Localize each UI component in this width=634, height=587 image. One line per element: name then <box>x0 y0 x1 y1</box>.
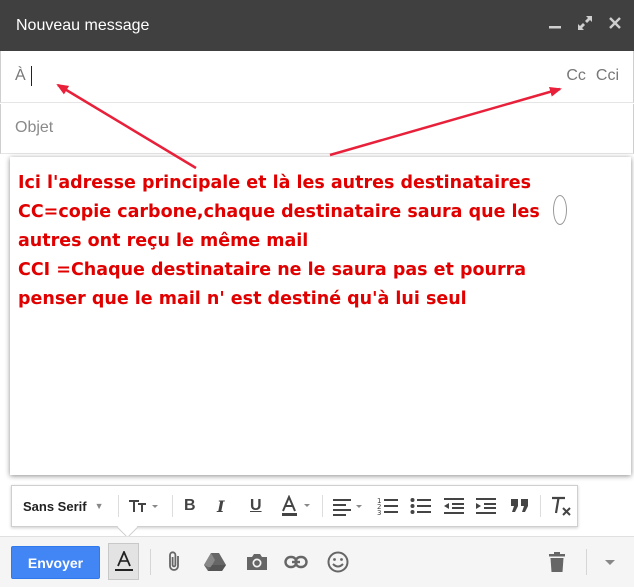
numbered-list-icon[interactable]: 1 2 3 <box>377 494 399 518</box>
indent-less-icon[interactable] <box>443 494 465 518</box>
cc-bcc-links: Cc Cci <box>566 67 619 85</box>
drive-icon[interactable] <box>203 550 227 574</box>
body-line: CC=copie carbone,chaque destinataire sau… <box>18 202 540 222</box>
actions-divider <box>150 549 151 575</box>
message-body[interactable]: Ici l'adresse principale et là les autre… <box>10 157 631 475</box>
body-line: Ici l'adresse principale et là les autre… <box>18 173 532 193</box>
remove-formatting-icon[interactable] <box>550 494 572 518</box>
toolbar-divider <box>540 495 541 517</box>
body-line: penser que le mail n' est destiné qu'à l… <box>18 289 467 309</box>
message-text: Ici l'adresse principale et là les autre… <box>18 169 618 314</box>
compose-actions-bar: Envoyer <box>0 536 634 587</box>
font-family-select[interactable]: Sans Serif ▼ <box>23 494 104 518</box>
send-button[interactable]: Envoyer <box>11 546 100 579</box>
indent-more-icon[interactable] <box>475 494 497 518</box>
mouse-cursor <box>553 195 567 225</box>
compose-titlebar: Nouveau message <box>0 0 634 51</box>
bulleted-list-icon[interactable] <box>410 494 432 518</box>
body-line: CCI =Chaque destinataire ne le saura pas… <box>18 260 527 280</box>
chevron-down-icon: ▼ <box>94 501 104 511</box>
recipients-row[interactable]: À Cc Cci <box>0 51 634 103</box>
italic-icon[interactable]: I <box>217 494 224 518</box>
bold-icon[interactable]: B <box>184 494 196 518</box>
to-label: À <box>15 67 26 84</box>
toolbar-divider <box>322 495 323 517</box>
close-icon[interactable] <box>606 14 624 32</box>
subject-row <box>0 104 634 154</box>
formatting-toggle[interactable] <box>108 543 139 580</box>
font-family-label: Sans Serif <box>23 498 87 514</box>
formatting-toolbar: Sans Serif ▼ B I U 1 2 3 <box>11 485 578 527</box>
more-options-icon[interactable] <box>598 550 622 574</box>
svg-text:3: 3 <box>377 509 381 516</box>
expand-icon[interactable] <box>576 14 594 32</box>
subject-input[interactable] <box>15 119 575 137</box>
minimize-icon[interactable] <box>546 14 564 32</box>
trash-icon[interactable] <box>545 550 569 574</box>
text-color-icon[interactable] <box>280 494 316 518</box>
quote-icon[interactable] <box>510 494 530 518</box>
cc-link[interactable]: Cc <box>566 67 586 85</box>
compose-title: Nouveau message <box>16 17 150 34</box>
window-controls <box>546 14 624 32</box>
formatting-icon <box>115 551 133 571</box>
emoji-icon[interactable] <box>326 550 350 574</box>
actions-divider <box>586 549 587 575</box>
align-icon[interactable] <box>332 494 366 518</box>
link-icon[interactable] <box>284 550 308 574</box>
body-line: autres ont reçu le même mail <box>18 231 309 251</box>
photo-icon[interactable] <box>245 550 269 574</box>
text-caret <box>31 66 32 86</box>
toolbar-divider <box>118 495 119 517</box>
toolbar-divider <box>172 495 173 517</box>
underline-icon[interactable]: U <box>250 494 262 518</box>
bcc-link[interactable]: Cci <box>596 67 619 85</box>
attach-icon[interactable] <box>162 550 186 574</box>
font-size-icon[interactable] <box>128 494 162 518</box>
